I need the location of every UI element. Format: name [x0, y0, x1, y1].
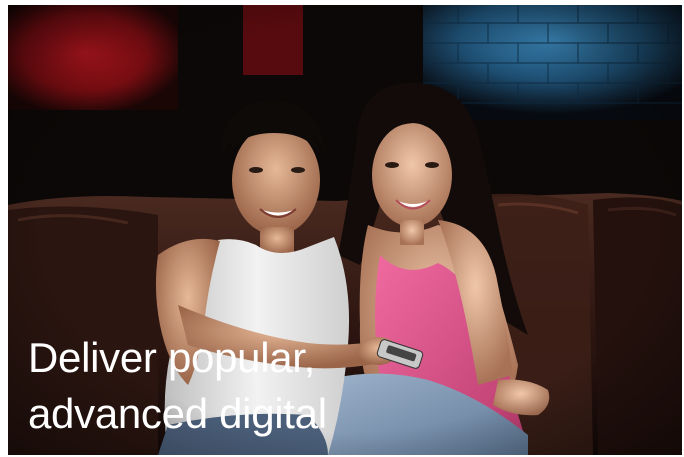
caption-line-1: Deliver popular,	[28, 334, 316, 381]
caption-line-2: advanced digital	[28, 390, 327, 437]
photo-frame: Deliver popular, advanced digital	[8, 5, 682, 455]
caption-text: Deliver popular, advanced digital	[28, 330, 448, 442]
